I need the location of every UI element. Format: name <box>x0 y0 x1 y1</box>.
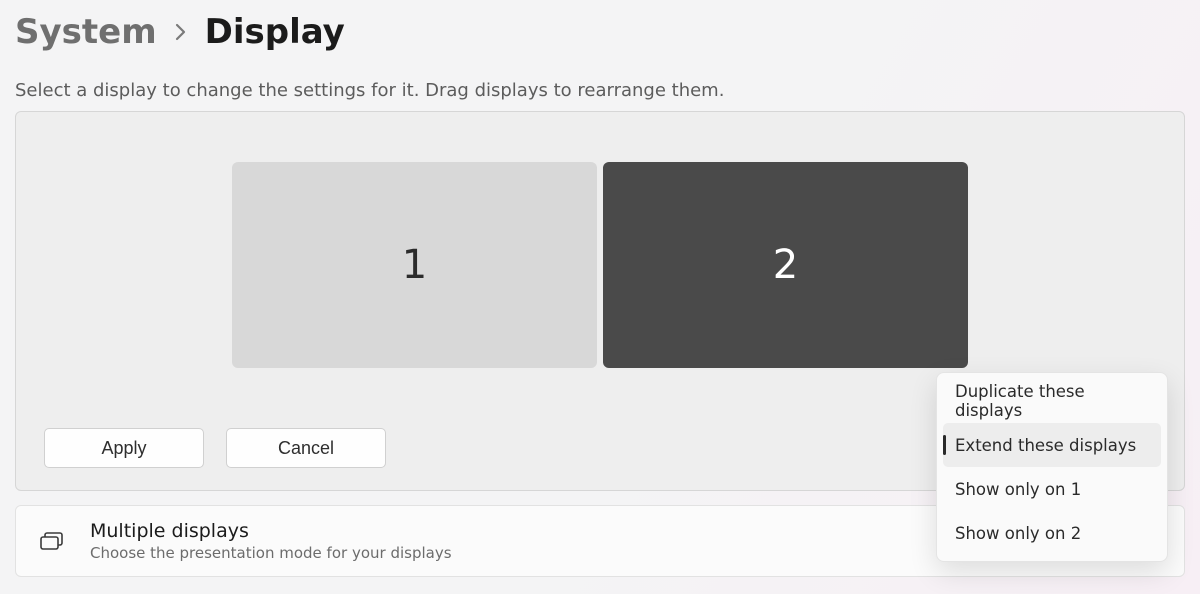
projection-mode-menu: Duplicate these displays Extend these di… <box>936 372 1168 562</box>
breadcrumb-parent[interactable]: System <box>15 12 157 52</box>
breadcrumb: System Display <box>15 12 1185 52</box>
menu-item-duplicate[interactable]: Duplicate these displays <box>943 379 1161 423</box>
monitor-1-label: 1 <box>402 242 427 288</box>
chevron-right-icon <box>175 23 187 41</box>
monitor-2[interactable]: 2 <box>603 162 968 368</box>
multiple-displays-icon <box>38 530 66 552</box>
menu-item-extend[interactable]: Extend these displays <box>943 423 1161 467</box>
apply-button[interactable]: Apply <box>44 428 204 468</box>
menu-item-label: Show only on 2 <box>955 524 1081 543</box>
page-title: Display <box>205 12 345 52</box>
menu-item-show-only-2[interactable]: Show only on 2 <box>943 511 1161 555</box>
monitor-canvas[interactable]: 1 2 <box>44 132 1156 368</box>
menu-item-label: Duplicate these displays <box>955 382 1149 420</box>
monitor-2-label: 2 <box>773 242 798 288</box>
help-text: Select a display to change the settings … <box>15 80 1185 101</box>
cancel-button[interactable]: Cancel <box>226 428 386 468</box>
monitor-1[interactable]: 1 <box>232 162 597 368</box>
menu-item-show-only-1[interactable]: Show only on 1 <box>943 467 1161 511</box>
menu-item-label: Extend these displays <box>955 436 1136 455</box>
spacer <box>408 428 974 468</box>
menu-item-label: Show only on 1 <box>955 480 1081 499</box>
